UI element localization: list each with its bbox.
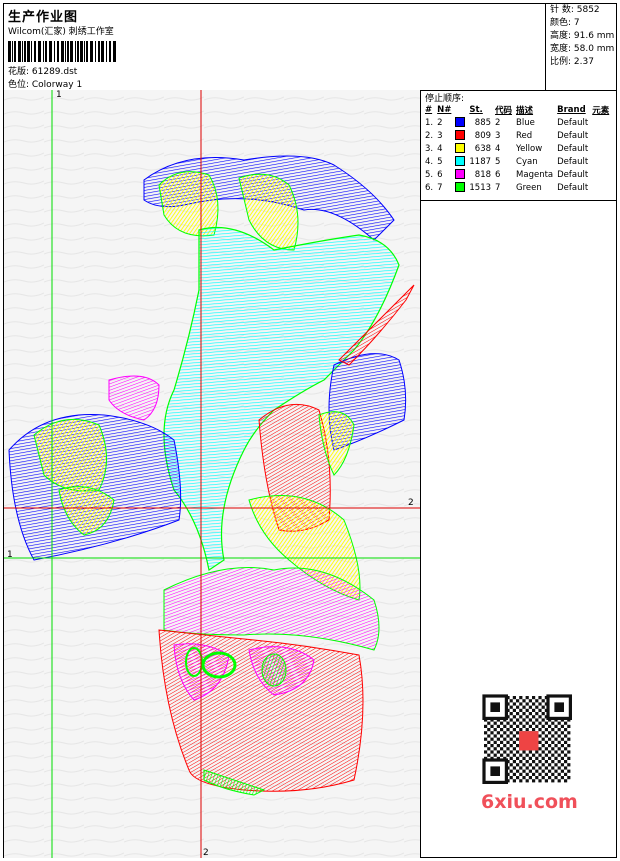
row-code: 6: [495, 169, 501, 180]
row-stitches: 1513: [469, 182, 492, 193]
color-swatch: [455, 117, 466, 128]
row-brand: Default: [557, 156, 589, 167]
color-swatch: [455, 143, 466, 154]
row-index: 1.: [425, 117, 434, 128]
row-needle: 3: [437, 130, 443, 141]
row-index: 5.: [425, 169, 434, 180]
production-sheet: 生产作业图 Wilcom(汇家) 刺绣工作室 花版: 61289.dst 色位:…: [3, 3, 617, 858]
row-code: 3: [495, 130, 501, 141]
row-brand: Default: [557, 169, 589, 180]
row-stitches: 809: [474, 130, 492, 141]
row-stitches: 818: [474, 169, 492, 180]
row-index: 4.: [425, 156, 434, 167]
watermark-logo: 6xiu.com: [481, 791, 578, 813]
row-needle: 4: [437, 143, 443, 154]
row-needle: 6: [437, 169, 443, 180]
header: 生产作业图 Wilcom(汇家) 刺绣工作室 花版: 61289.dst 色位:…: [4, 4, 616, 91]
table-row: 6. 7 1513 7 Green Default: [423, 181, 611, 194]
design-scale: 比例: 2.37: [550, 57, 594, 67]
row-swatch: [453, 142, 467, 155]
color-swatch: [455, 156, 466, 167]
row-element: [590, 142, 611, 155]
table-row: 4. 5 1187 5 Cyan Default: [423, 155, 611, 168]
col-code: 代码: [495, 106, 513, 116]
guide-label-h2: 2: [408, 498, 414, 508]
color-swatch: [455, 169, 466, 180]
col-description: 描述: [516, 106, 534, 116]
row-element: [590, 168, 611, 181]
guide-label-v2: 2: [203, 848, 209, 858]
color-swatch: [455, 130, 466, 141]
row-index: 2.: [425, 130, 434, 141]
row-code: 4: [495, 143, 501, 154]
col-stitches: St.: [469, 105, 483, 115]
row-swatch: [453, 155, 467, 168]
row-element: [590, 116, 611, 129]
guide-label-h1: 1: [7, 550, 13, 560]
panel-divider: [421, 200, 616, 201]
row-brand: Default: [557, 130, 589, 141]
col-index: #: [425, 105, 433, 115]
col-needle: N#: [437, 105, 452, 115]
row-brand: Default: [557, 117, 589, 128]
color-swatch: [455, 182, 466, 193]
qr-code-icon: [474, 694, 586, 786]
row-index: 3.: [425, 143, 434, 154]
row-code: 2: [495, 117, 501, 128]
stop-sequence-title: 停止顺序:: [425, 94, 465, 104]
row-swatch: [453, 116, 467, 129]
table-row: 2. 3 809 3 Red Default: [423, 129, 611, 142]
row-needle: 5: [437, 156, 443, 167]
row-description: Green: [516, 182, 542, 193]
table-row: 3. 4 638 4 Yellow Default: [423, 142, 611, 155]
row-brand: Default: [557, 143, 589, 154]
row-description: Blue: [516, 117, 535, 128]
colorway: 色位: Colorway 1: [8, 80, 83, 90]
design-height: 高度: 91.6 mm: [550, 31, 615, 41]
row-element: [590, 155, 611, 168]
col-element: 元素: [592, 106, 610, 116]
row-description: Cyan: [516, 156, 538, 167]
row-stitches: 1187: [469, 156, 492, 167]
color-count: 颜色: 7: [550, 18, 580, 28]
row-needle: 2: [437, 117, 443, 128]
design-file: 花版: 61289.dst: [8, 67, 78, 77]
row-code: 7: [495, 182, 501, 193]
embroidery-design: [4, 90, 420, 858]
row-element: [590, 181, 611, 194]
design-width: 宽度: 58.0 mm: [550, 44, 615, 54]
row-element: [590, 129, 611, 142]
sheet-title: 生产作业图: [8, 10, 79, 25]
guide-label-v1: 1: [56, 90, 62, 100]
row-description: Yellow: [516, 143, 543, 154]
design-canvas: 1 1 2 2: [4, 90, 421, 858]
company-name: Wilcom(汇家) 刺绣工作室: [8, 27, 114, 37]
row-stitches: 638: [474, 143, 492, 154]
row-needle: 7: [437, 182, 443, 193]
row-index: 6.: [425, 182, 434, 193]
row-swatch: [453, 181, 467, 194]
stop-sequence-panel: 停止顺序: # N# St. 代码 描述 Brand 元素 1. 2 885 2 Blu…: [421, 90, 616, 858]
row-description: Red: [516, 130, 533, 141]
row-description: Magenta: [516, 169, 554, 180]
row-swatch: [453, 129, 467, 142]
header-info: 生产作业图 Wilcom(汇家) 刺绣工作室 花版: 61289.dst 色位:…: [4, 4, 546, 90]
row-brand: Default: [557, 182, 589, 193]
stop-sequence-table: # N# St. 代码 描述 Brand 元素 1. 2 885 2 Blue Defau…: [423, 104, 611, 194]
table-row: 1. 2 885 2 Blue Default: [423, 116, 611, 129]
row-code: 5: [495, 156, 501, 167]
row-swatch: [453, 168, 467, 181]
design-stats: 针 数: 5852 颜色: 7 高度: 91.6 mm 宽度: 58.0 mm …: [546, 4, 616, 90]
table-header-row: # N# St. 代码 描述 Brand 元素: [423, 104, 611, 116]
barcode-icon: [8, 41, 116, 62]
table-row: 5. 6 818 6 Magenta Default: [423, 168, 611, 181]
row-stitches: 885: [474, 117, 492, 128]
stitch-count: 针 数: 5852: [550, 5, 600, 15]
col-brand: Brand: [557, 105, 586, 115]
